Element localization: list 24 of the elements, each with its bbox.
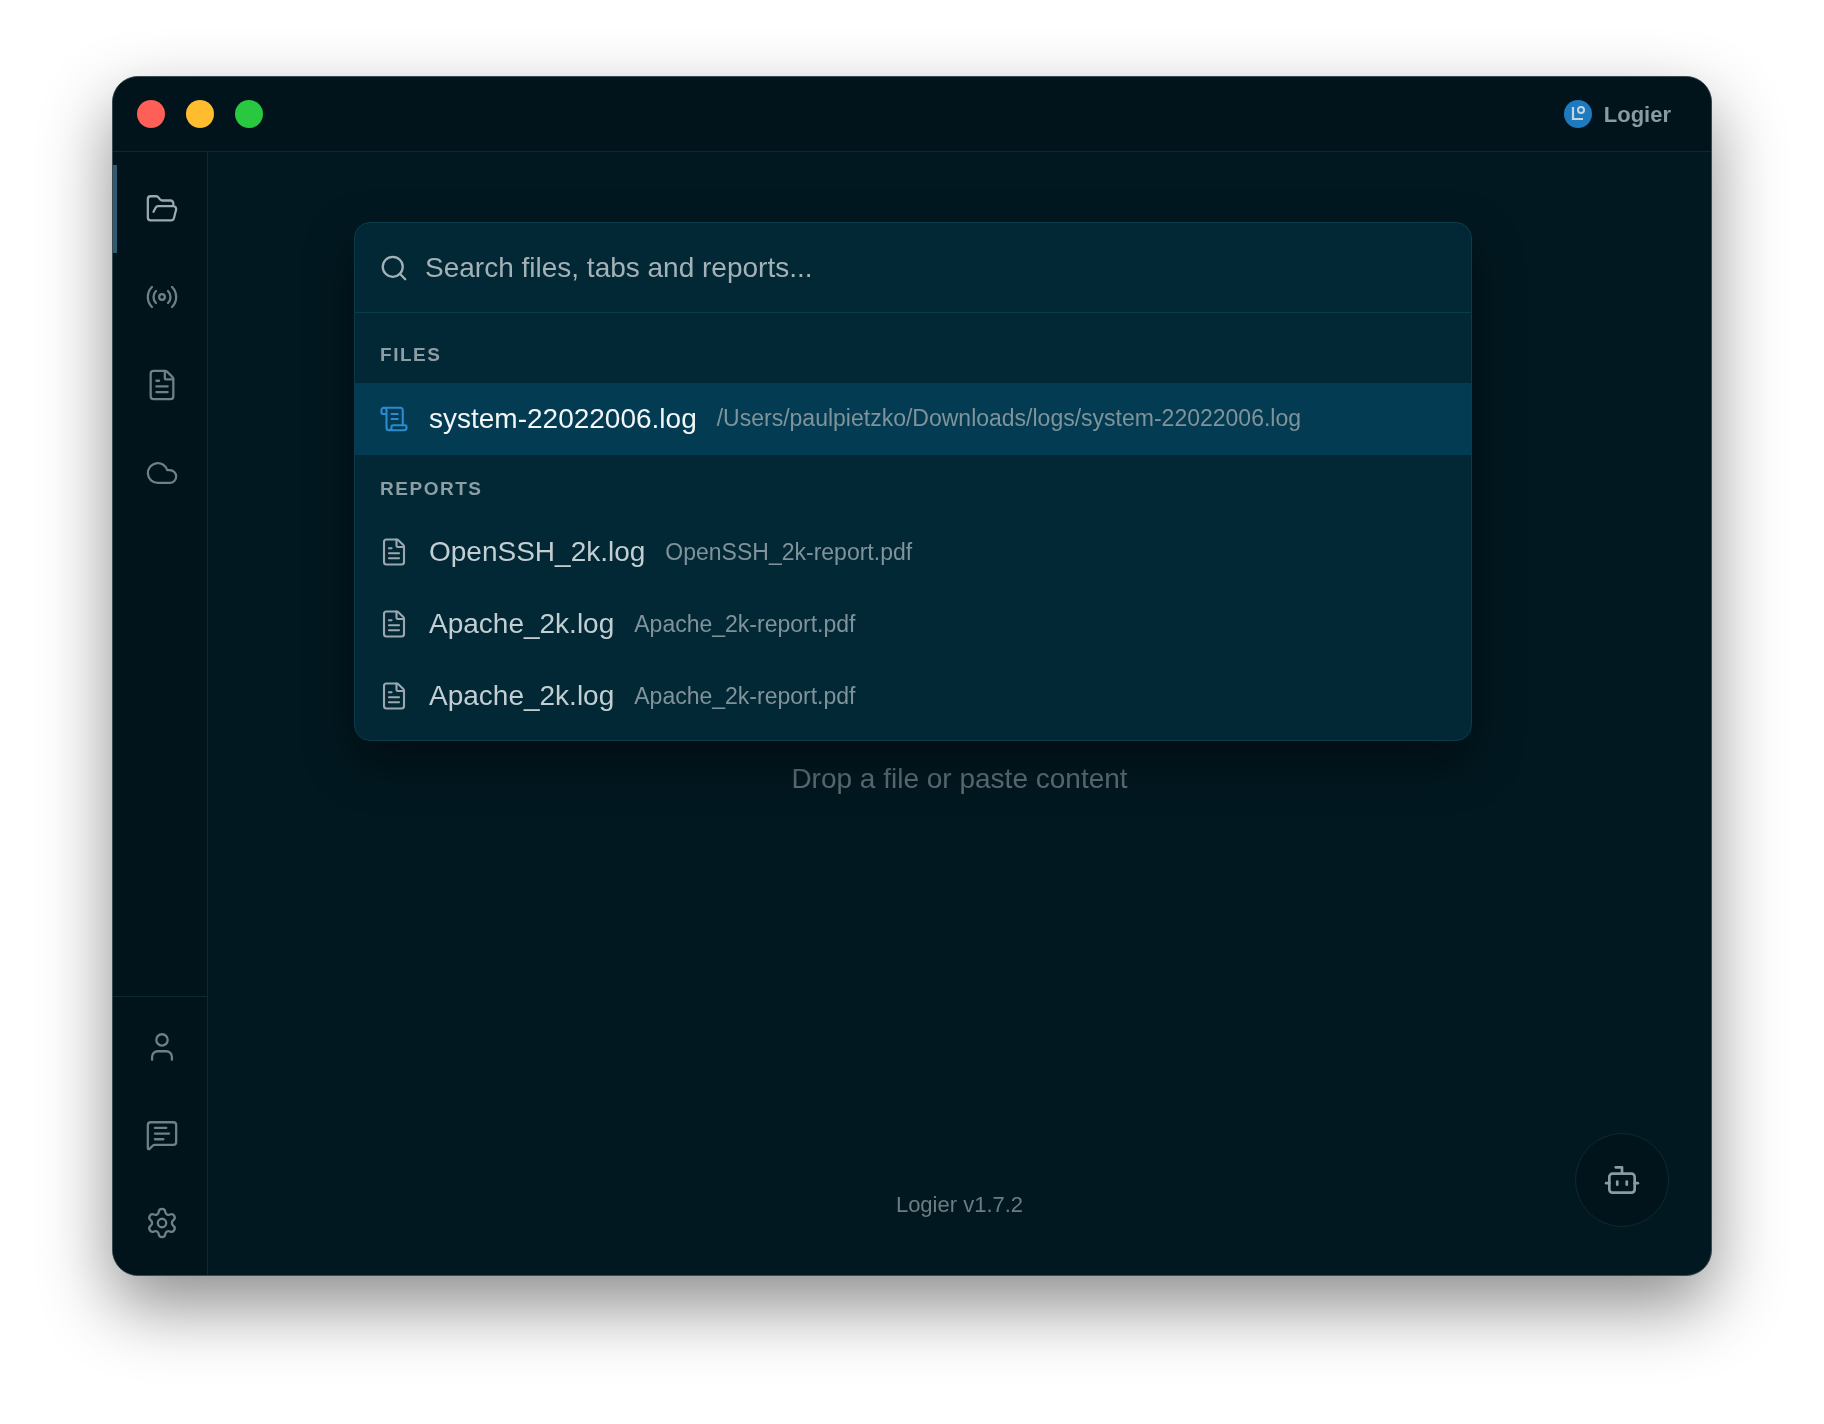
result-item[interactable]: OpenSSH_2k.log OpenSSH_2k-report.pdf xyxy=(355,516,1471,588)
search-input[interactable]: Search files, tabs and reports... xyxy=(425,246,1447,289)
chat-icon xyxy=(145,1118,179,1152)
zoom-window-control[interactable] xyxy=(235,100,263,128)
result-detail: /Users/paulpietzko/Downloads/logs/system-22022006.log xyxy=(716,404,1301,434)
close-window-control[interactable] xyxy=(137,100,165,128)
result-name: Apache_2k.log xyxy=(429,679,615,713)
version-label: Logier v1.7.2 xyxy=(895,1191,1024,1219)
result-item[interactable]: Apache_2k.log Apache_2k-report.pdf xyxy=(355,588,1471,660)
section-heading: REPORTS xyxy=(379,476,484,501)
result-name: system-22022006.log xyxy=(429,401,697,436)
app-name: Logier xyxy=(1603,100,1671,129)
minimize-window-control[interactable] xyxy=(186,100,214,128)
empty-state-subtitle: Drop a file or paste content xyxy=(791,762,1128,796)
result-item[interactable]: system-22022006.log /Users/paulpietzko/Downloads/logs/system-22022006.log xyxy=(355,382,1471,455)
result-name: Apache_2k.log xyxy=(429,607,615,641)
section-heading: FILES xyxy=(379,343,443,367)
result-detail: Apache_2k-report.pdf xyxy=(634,609,856,639)
result-detail: OpenSSH_2k-report.pdf xyxy=(665,537,913,567)
settings-icon xyxy=(145,1206,179,1240)
result-detail: Apache_2k-report.pdf xyxy=(634,681,856,711)
app-logo-icon xyxy=(1563,100,1592,128)
result-item[interactable]: Apache_2k.log Apache_2k-report.pdf xyxy=(355,660,1471,732)
result-name: OpenSSH_2k.log xyxy=(429,535,646,569)
